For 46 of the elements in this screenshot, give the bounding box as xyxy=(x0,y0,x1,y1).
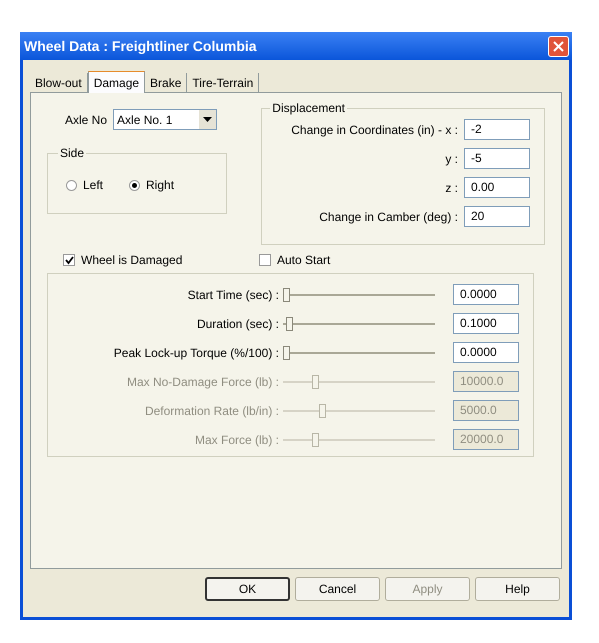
axle-label: Axle No xyxy=(65,112,108,128)
field-label: z : xyxy=(445,180,458,196)
checkbox-label: Wheel is Damaged xyxy=(81,252,182,269)
checkbox[interactable] xyxy=(63,254,75,266)
axle-dropdown[interactable]: Axle No. 1 xyxy=(113,109,218,130)
radio-label: Left xyxy=(83,177,104,194)
slider-label: Peak Lock-up Torque (%/100) : xyxy=(114,344,279,362)
field-label: Change in Coordinates (in) - x : xyxy=(291,122,458,138)
radio-button[interactable] xyxy=(129,180,140,190)
slider-track[interactable] xyxy=(283,288,435,302)
text-field[interactable]: 20 xyxy=(464,206,530,227)
text-field[interactable]: 0.1000 xyxy=(453,313,519,334)
checkbox-label: Auto Start xyxy=(277,252,330,269)
slider-label: Start Time (sec) : xyxy=(188,286,279,304)
window-title: Wheel Data : Freightliner Columbia xyxy=(24,36,257,56)
slider-track[interactable] xyxy=(283,404,435,418)
tab[interactable]: Damage xyxy=(88,71,146,93)
checkbox[interactable] xyxy=(259,254,271,266)
slider-track[interactable] xyxy=(283,316,435,330)
group-title: Side xyxy=(59,145,86,162)
slider-track[interactable] xyxy=(283,346,435,360)
text-field[interactable]: 0.0000 xyxy=(453,342,519,363)
close-button[interactable] xyxy=(548,36,569,56)
slider-label: Deformation Rate (lb/in) : xyxy=(144,402,279,420)
text-field[interactable]: 0.00 xyxy=(464,177,530,198)
text-field[interactable]: -2 xyxy=(464,119,530,140)
close-icon xyxy=(553,40,564,52)
slider-label: Duration (sec) : xyxy=(196,316,279,332)
slider-thumb[interactable] xyxy=(283,288,290,302)
group-title: Displacement xyxy=(271,100,346,117)
slider-label: Max No-Damage Force (lb) : xyxy=(126,374,279,390)
field-label: Change in Camber (deg) : xyxy=(319,208,458,226)
dialog-button[interactable]: Cancel xyxy=(295,577,380,601)
field-label: y : xyxy=(445,150,458,168)
dialog-button[interactable]: OK xyxy=(205,577,290,601)
dialog-button[interactable]: Help xyxy=(475,577,560,601)
caret-icon xyxy=(199,110,216,129)
slider-track[interactable] xyxy=(283,374,435,388)
text-field[interactable]: 0.0000 xyxy=(453,284,519,305)
slider-label: Max Force (lb) : xyxy=(194,432,279,448)
slider-track[interactable] xyxy=(283,432,435,446)
slider-thumb[interactable] xyxy=(283,346,290,360)
text-field[interactable]: -5 xyxy=(464,148,530,169)
radio-label: Right xyxy=(146,177,174,194)
slider-thumb[interactable] xyxy=(286,316,293,330)
radio-button[interactable] xyxy=(66,180,77,190)
